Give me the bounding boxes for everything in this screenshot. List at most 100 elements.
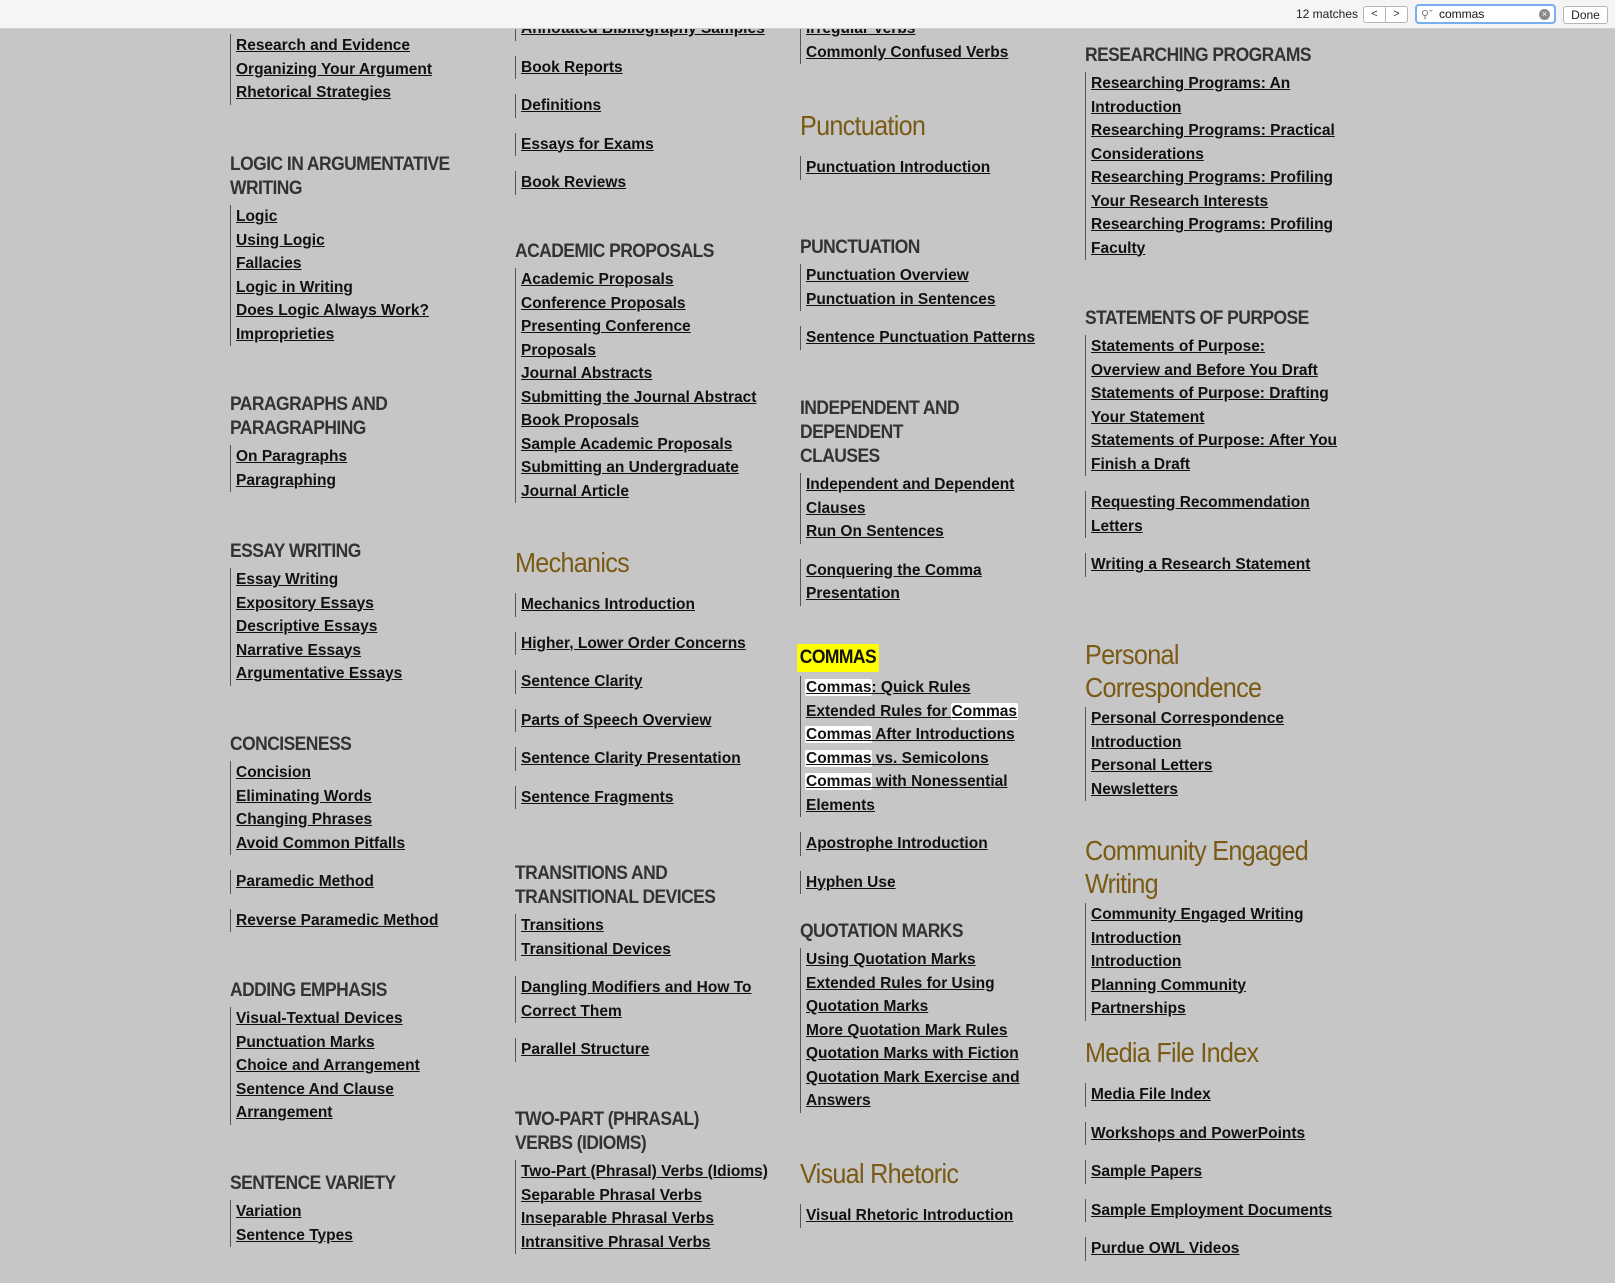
link[interactable]: Mechanics Introduction [521,596,695,613]
link[interactable]: Introduction [1091,953,1181,970]
link[interactable]: Requesting Recommendation Letters [1091,494,1310,535]
link[interactable]: Descriptive Essays [236,618,377,635]
link[interactable]: Punctuation Overview [806,267,969,284]
link[interactable]: Extended Rules for Using Quotation Marks [806,975,995,1016]
link[interactable]: Expository Essays [236,595,374,612]
link[interactable]: Sample Employment Documents [1091,1202,1332,1219]
link[interactable]: Purdue OWL Videos [1091,1240,1239,1257]
link[interactable]: Using Logic [236,232,325,249]
link[interactable]: Book Reports [521,59,623,76]
link[interactable]: Apostrophe Introduction [806,835,988,852]
link[interactable]: Punctuation Marks [236,1034,375,1051]
link[interactable]: Commonly Confused Verbs [806,44,1008,61]
link[interactable]: Book Reviews [521,174,626,191]
link[interactable]: Commas: Quick Rules [805,679,971,696]
link[interactable]: Changing Phrases [236,811,372,828]
link[interactable]: Improprieties [236,326,334,343]
clear-circle-icon[interactable]: × [1539,9,1550,20]
link[interactable]: Research and Evidence [236,37,410,54]
link[interactable]: Separable Phrasal Verbs [521,1187,702,1204]
next-match-button[interactable]: > [1385,7,1407,22]
magnifier-icon[interactable]: ⚲ˇ [1421,8,1433,21]
link[interactable]: Newsletters [1091,781,1178,798]
link[interactable]: Organizing Your Argument [236,61,432,78]
link[interactable]: Quotation Mark Exercise and Answers [806,1069,1020,1110]
link[interactable]: Two-Part (Phrasal) Verbs (Idioms) [521,1163,768,1180]
link[interactable]: Paragraphing [236,472,336,489]
link[interactable]: Intransitive Phrasal Verbs [521,1234,711,1251]
link[interactable]: Dangling Modifiers and How To Correct Th… [521,979,751,1020]
link[interactable]: Academic Proposals [521,271,673,288]
link[interactable]: Eliminating Words [236,788,372,805]
link[interactable]: Submitting an Undergraduate Journal Arti… [521,459,739,500]
link[interactable]: Transitions [521,917,604,934]
link[interactable]: Punctuation Introduction [806,159,990,176]
link[interactable]: Sentence Clarity [521,673,642,690]
link[interactable]: Planning Community Partnerships [1091,977,1246,1018]
link[interactable]: Independent and Dependent Clauses [806,476,1014,517]
link[interactable]: Reverse Paramedic Method [236,912,438,929]
link[interactable]: Researching Programs: Profiling Faculty [1091,216,1333,257]
link[interactable]: Commas with Nonessential Elements [805,773,1008,814]
link[interactable]: Workshops and PowerPoints [1091,1125,1305,1142]
link[interactable]: Parallel Structure [521,1041,649,1058]
find-field[interactable]: ⚲ˇ × [1415,4,1556,24]
link[interactable]: Inseparable Phrasal Verbs [521,1210,714,1227]
link[interactable]: Extended Rules for Commas [806,702,1019,720]
link[interactable]: Commas After Introductions [805,726,1015,743]
link[interactable]: Media File Index [1091,1086,1211,1103]
link[interactable]: Personal Letters [1091,757,1212,774]
link[interactable]: Sentence And Clause Arrangement [236,1081,394,1122]
link[interactable]: Researching Programs: An Introduction [1091,75,1290,116]
link[interactable]: Writing a Research Statement [1091,556,1310,573]
link[interactable]: Parts of Speech Overview [521,712,711,729]
link[interactable]: Sample Papers [1091,1163,1202,1180]
link[interactable]: Quotation Marks with Fiction [806,1045,1019,1062]
link[interactable]: Essays for Exams [521,136,654,153]
done-button[interactable]: Done [1563,6,1608,24]
link[interactable]: Researching Programs: Profiling Your Res… [1091,169,1333,210]
link[interactable]: Narrative Essays [236,642,361,659]
link[interactable]: Book Proposals [521,412,639,429]
link[interactable]: Presenting Conference Proposals [521,318,691,359]
link[interactable]: Fallacies [236,255,302,272]
link[interactable]: Community Engaged Writing Introduction [1091,906,1303,947]
link[interactable]: Run On Sentences [806,523,944,540]
link[interactable]: Choice and Arrangement [236,1057,420,1074]
link[interactable]: Submitting the Journal Abstract [521,389,756,406]
link[interactable]: Variation [236,1203,301,1220]
link[interactable]: Researching Programs: Practical Consider… [1091,122,1335,163]
link[interactable]: More Quotation Mark Rules [806,1022,1008,1039]
link[interactable]: Essay Writing [236,571,338,588]
link[interactable]: On Paragraphs [236,448,347,465]
link[interactable]: Punctuation in Sentences [806,291,995,308]
link[interactable]: Journal Abstracts [521,365,652,382]
link[interactable]: Definitions [521,97,601,114]
link[interactable]: Rhetorical Strategies [236,84,391,101]
link[interactable]: Higher, Lower Order Concerns [521,635,746,652]
link[interactable]: Statements of Purpose: Overview and Befo… [1091,338,1318,379]
link[interactable]: Conquering the Comma Presentation [806,562,982,603]
link[interactable]: Visual Rhetoric Introduction [806,1207,1013,1224]
link[interactable]: Logic [236,208,277,225]
link[interactable]: Sentence Clarity Presentation [521,750,741,767]
link[interactable]: Hyphen Use [806,874,896,891]
link[interactable]: Avoid Common Pitfalls [236,835,405,852]
link[interactable]: Sentence Punctuation Patterns [806,329,1035,346]
link[interactable]: Conference Proposals [521,295,686,312]
link[interactable]: Argumentative Essays [236,665,402,682]
link[interactable]: Sentence Types [236,1227,353,1244]
link[interactable]: Using Quotation Marks [806,951,976,968]
link[interactable]: Commas vs. Semicolons [805,749,989,767]
link[interactable]: Logic in Writing [236,279,353,296]
find-input[interactable] [1439,6,1539,22]
link[interactable]: Visual-Textual Devices [236,1010,403,1027]
link[interactable]: Sentence Fragments [521,789,673,806]
link[interactable]: Personal Correspondence Introduction [1091,710,1284,751]
link[interactable]: Transitional Devices [521,941,671,958]
link[interactable]: Concision [236,764,311,781]
link[interactable]: Statements of Purpose: Drafting Your Sta… [1091,385,1329,426]
link[interactable]: Sample Academic Proposals [521,436,732,453]
previous-match-button[interactable]: < [1364,7,1385,22]
link[interactable]: Statements of Purpose: After You Finish … [1091,432,1337,473]
